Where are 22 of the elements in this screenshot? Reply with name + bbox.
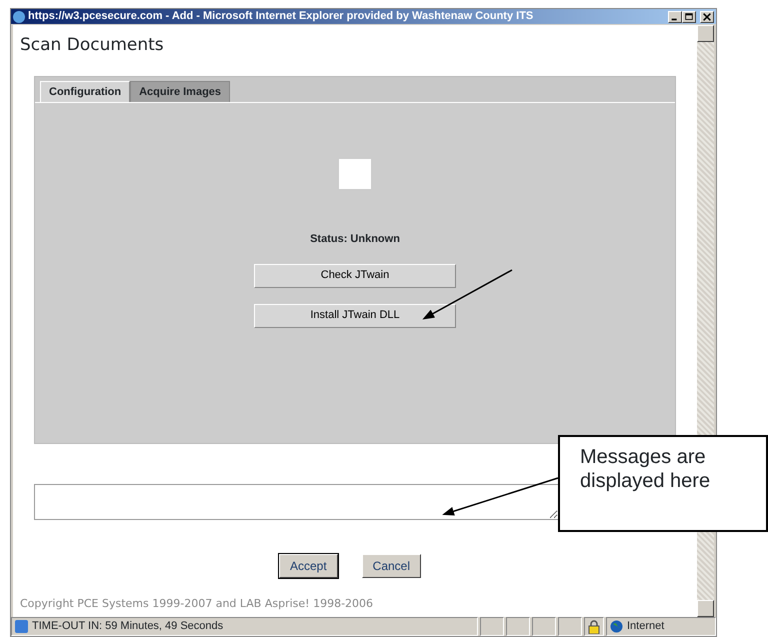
window-title: https://w3.pcesecure.com - Add - Microsoft Internet Explorer provided by Washtenaw County ITS <box>28 9 534 24</box>
tab[interactable]: Configuration <box>40 80 130 102</box>
browser-icon <box>13 10 25 22</box>
minimize-button[interactable] <box>668 10 682 22</box>
maximize-button[interactable] <box>682 10 696 22</box>
annotation-tooltip: Messages are displayed here <box>558 435 768 532</box>
zone-label: Internet <box>627 619 664 634</box>
panel-button[interactable]: Install JTwain DLL <box>254 304 456 328</box>
close-button[interactable] <box>700 10 714 22</box>
copyright-text: Copyright PCE Systems 1999-2007 and LAB Asprise! 1998-2006 <box>20 596 374 612</box>
tab[interactable]: Acquire Images <box>130 80 230 102</box>
globe-icon <box>610 620 623 633</box>
image-placeholder <box>339 159 371 189</box>
panel-button[interactable]: Check JTwain <box>254 264 456 288</box>
status-text: TIME-OUT IN: 59 Minutes, 49 Seconds <box>32 619 224 634</box>
status-label: Status: Unknown <box>309 232 401 247</box>
page-heading: Scan Documents <box>20 34 165 57</box>
dialog-button[interactable]: Accept <box>278 554 338 578</box>
lock-icon <box>588 620 600 634</box>
page-icon <box>15 620 28 633</box>
dialog-button[interactable]: Cancel <box>362 554 422 578</box>
message-field[interactable] <box>34 484 558 520</box>
